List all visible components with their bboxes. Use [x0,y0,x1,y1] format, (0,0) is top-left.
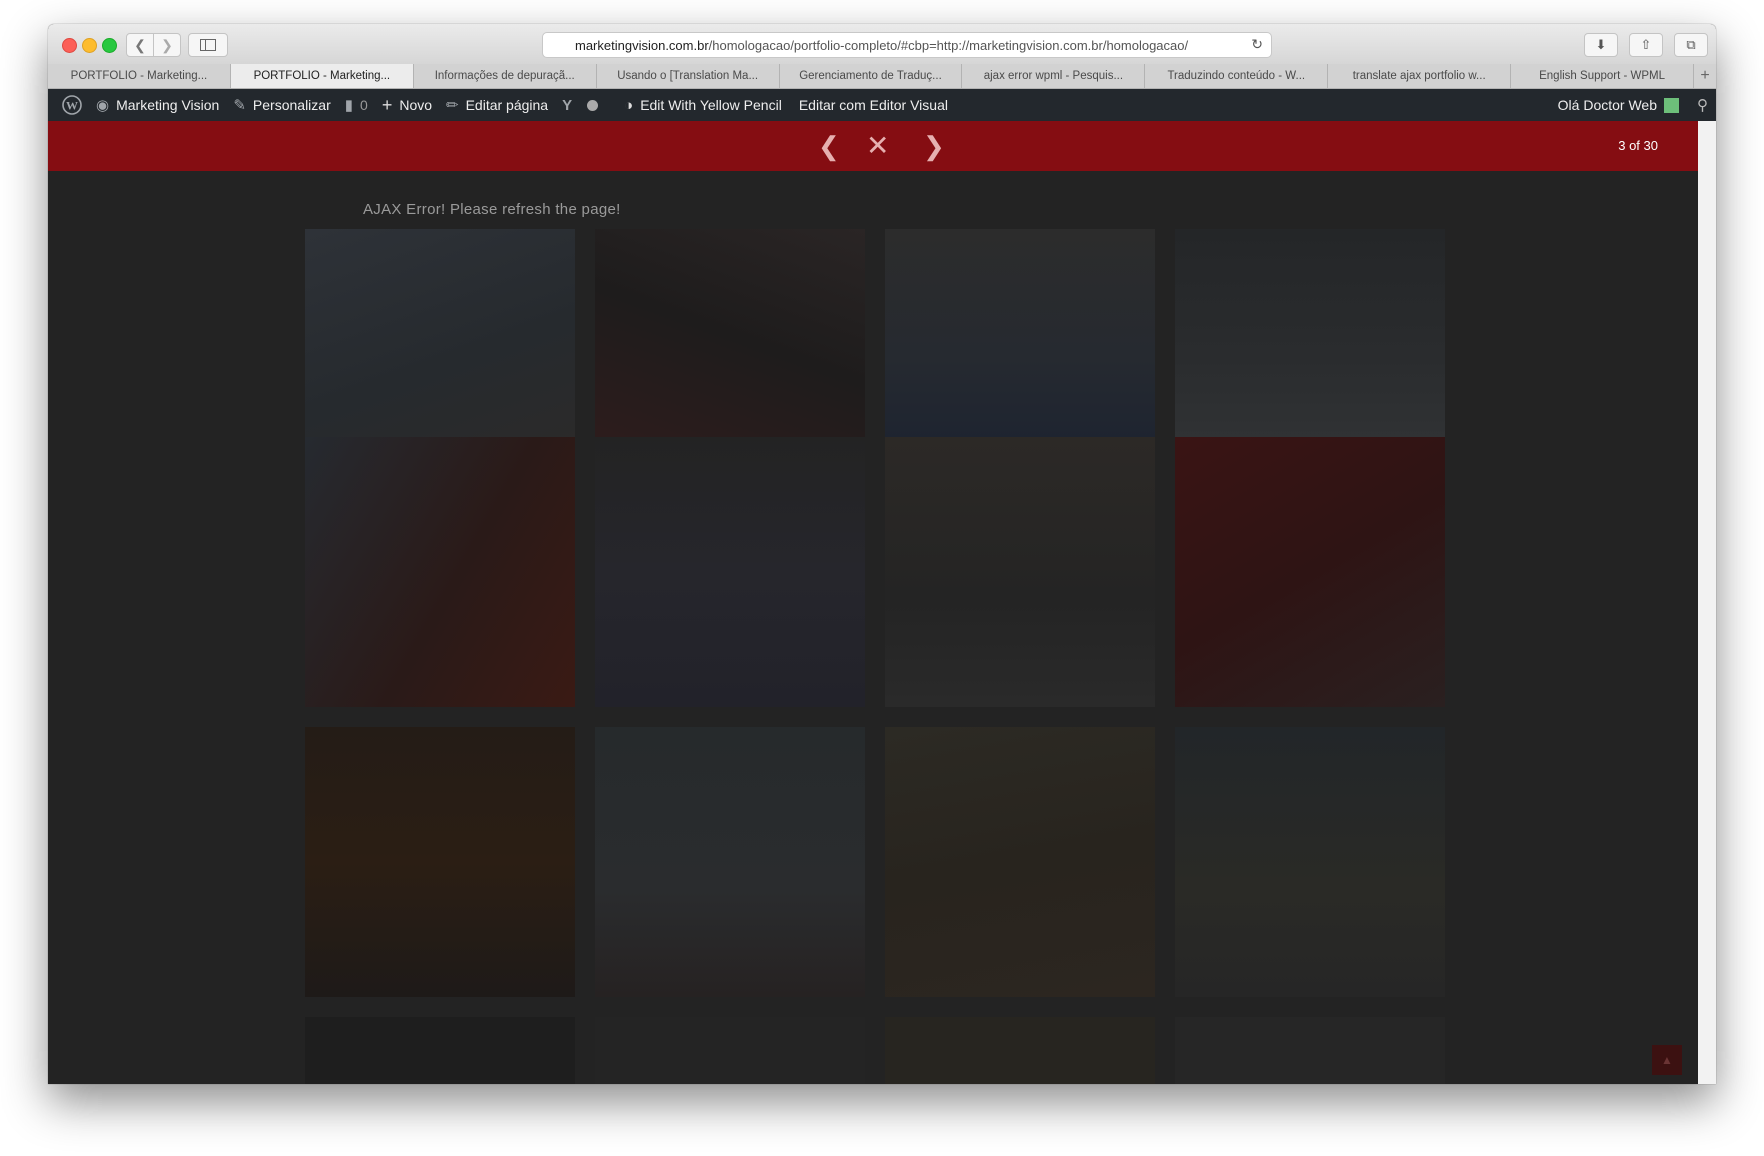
tab[interactable]: Usando o [Translation Ma... [597,64,780,88]
tab-bar: PORTFOLIO - Marketing... PORTFOLIO - Mar… [48,64,1716,89]
greeting-label: Olá Doctor Web [1557,97,1657,113]
new-tab-button[interactable]: + [1694,64,1716,88]
tab[interactable]: PORTFOLIO - Marketing... [48,64,231,88]
yellow-pencil-icon: ◑ [624,96,634,114]
plus-icon: + [381,94,393,115]
sidebar-toggle-button[interactable] [188,33,228,57]
wp-admin-bar: W ◉ Marketing Vision ✎ Personalizar ▮ 0 + No… [48,89,1716,121]
ajax-error-message: AJAX Error! Please refresh the page! [363,201,621,218]
tab-active[interactable]: PORTFOLIO - Marketing... [230,64,414,88]
tab[interactable]: Informações de depuraçã... [414,64,597,88]
download-icon: ⬇ [1595,37,1607,52]
site-name-label: Marketing Vision [116,97,220,113]
tab[interactable]: translate ajax portfolio w... [1328,64,1512,88]
url-path: /homologacao/portfolio-completo/#cbp=htt… [708,37,1189,53]
site-name-link[interactable]: ◉ Marketing Vision [96,96,219,114]
comments-link[interactable]: ▮ 0 [345,96,368,114]
avatar [1664,97,1679,113]
maximize-window-button[interactable] [102,38,117,53]
chevron-right-icon: ❯ [923,131,945,161]
yellow-pencil-label: Edit With Yellow Pencil [640,97,782,113]
close-icon: ✕ [866,130,890,161]
visual-editor-link[interactable]: Editar com Editor Visual [799,97,948,113]
close-window-button[interactable] [62,38,77,53]
tab-overview-button[interactable]: ⧉ [1674,33,1708,57]
yoast-icon: Y [562,96,573,114]
portfolio-tile[interactable] [1175,229,1445,441]
share-icon: ⇧ [1640,37,1652,52]
sidebar-icon [200,39,216,51]
url-host: marketingvision.com.br [575,37,709,53]
lightbox-counter: 3 of 30 [1618,138,1658,153]
brush-icon: ✎ [233,97,246,114]
dashboard-icon: ◉ [96,97,110,114]
portfolio-tile[interactable] [1175,1017,1445,1084]
share-button[interactable]: ⇧ [1629,33,1663,57]
lightbox-header: ❮ ✕ ❯ 3 of 30 [48,121,1698,171]
back-to-top-button[interactable]: ▲ [1652,1045,1682,1075]
back-button[interactable]: ❮ [126,33,154,57]
wordpress-logo-button[interactable]: W [62,95,82,115]
chevron-left-icon: ❮ [818,131,840,161]
portfolio-tile[interactable] [885,1017,1155,1084]
portfolio-tile[interactable] [885,229,1155,441]
reload-icon[interactable]: ↻ [1251,36,1263,53]
chevron-left-icon: ❮ [134,36,146,53]
new-label: Novo [399,97,433,113]
tab[interactable]: Gerenciamento de Traduç... [780,64,963,88]
portfolio-tile[interactable] [885,437,1155,707]
page-scrollbar[interactable] [1698,121,1716,1084]
browser-window: ❮ ❯ marketingvision.com.br/homologacao/p… [48,24,1716,1084]
portfolio-tile[interactable] [305,229,575,441]
minimize-window-button[interactable] [82,38,97,53]
lightbox-close-button[interactable]: ✕ [866,132,889,160]
tabs-icon: ⧉ [1686,37,1696,52]
portfolio-tile[interactable] [885,727,1155,997]
lightbox-next-button[interactable]: ❯ [923,131,945,161]
title-bar: ❮ ❯ marketingvision.com.br/homologacao/p… [48,24,1716,65]
tab[interactable]: ajax error wpml - Pesquis... [962,64,1146,88]
wordpress-icon: W [62,95,82,115]
portfolio-tile[interactable] [595,727,865,997]
svg-text:W: W [66,99,78,113]
forward-button[interactable]: ❯ [153,33,181,57]
portfolio-tile[interactable] [305,437,575,707]
lightbox-overlay: AJAX Error! Please refresh the page! ▲ [48,171,1698,1084]
customize-label: Personalizar [252,97,331,113]
yoast-seo-button[interactable]: Y [562,96,599,114]
plus-icon: + [1700,67,1710,84]
seo-status-dot-icon [587,99,599,111]
address-bar[interactable]: marketingvision.com.br/homologacao/portf… [542,32,1272,58]
portfolio-tile[interactable] [305,1017,575,1084]
edit-page-label: Editar página [465,97,549,113]
chevron-right-icon: ❯ [161,36,173,53]
lightbox-prev-button[interactable]: ❮ [818,131,840,161]
edit-page-link[interactable]: ✏ Editar página [446,96,548,114]
portfolio-tile[interactable] [595,437,865,707]
account-menu[interactable]: Olá Doctor Web [1558,97,1679,113]
portfolio-tile[interactable] [1175,437,1445,707]
arrow-up-icon: ▲ [1661,1053,1673,1067]
search-icon[interactable]: ⚲ [1697,96,1708,114]
pencil-icon: ✏ [446,97,459,114]
yellow-pencil-link[interactable]: ◑ Edit With Yellow Pencil [624,97,782,114]
portfolio-tile[interactable] [305,727,575,997]
tab[interactable]: English Support - WPML [1511,64,1695,88]
customize-link[interactable]: ✎ Personalizar [233,96,330,114]
comments-count: 0 [360,97,368,113]
portfolio-tile[interactable] [1175,727,1445,997]
comment-icon: ▮ [344,97,354,114]
visual-editor-label: Editar com Editor Visual [798,97,948,113]
downloads-button[interactable]: ⬇ [1584,33,1618,57]
portfolio-tile[interactable] [595,229,865,441]
new-content-link[interactable]: + Novo [382,95,432,116]
portfolio-tile[interactable] [595,1017,865,1084]
tab[interactable]: Traduzindo conteúdo - W... [1145,64,1329,88]
